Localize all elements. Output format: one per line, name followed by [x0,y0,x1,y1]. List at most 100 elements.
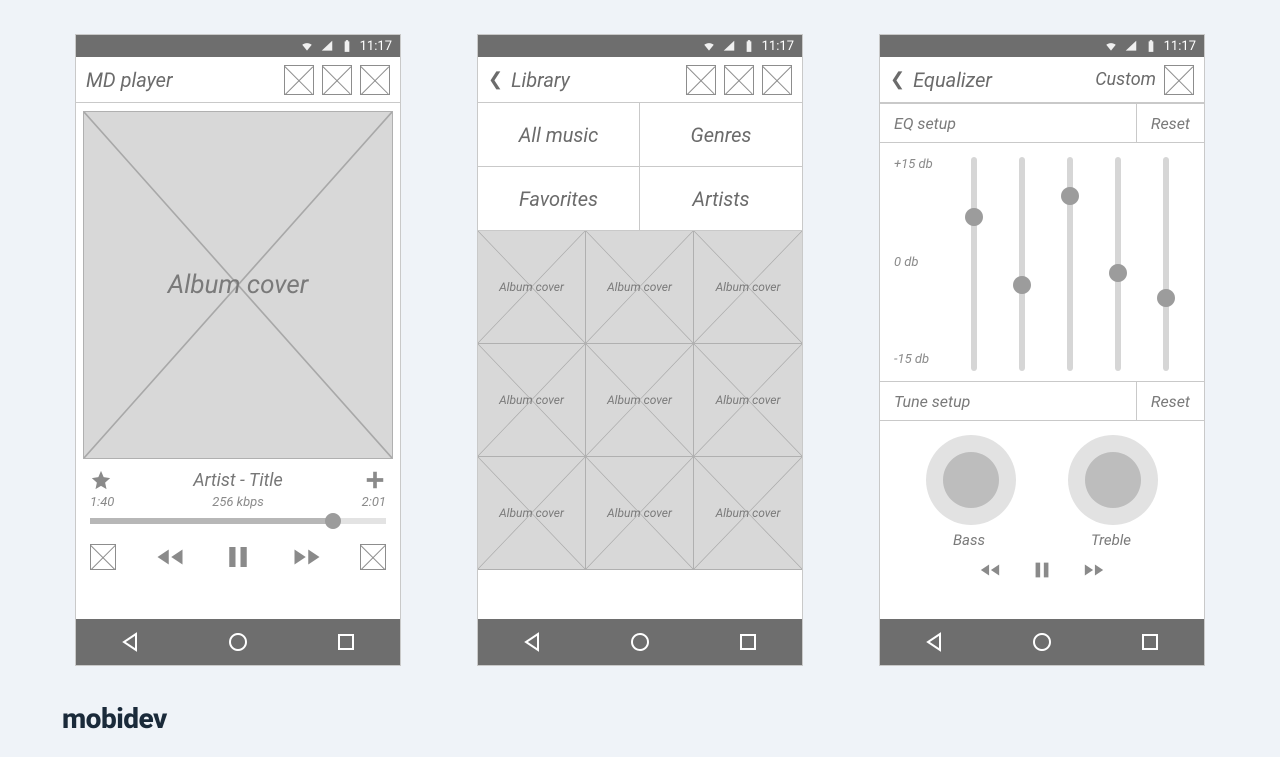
page-title: Equalizer [913,68,992,92]
album-grid[interactable]: Album cover Album cover Album cover Albu… [478,231,802,570]
bitrate: 256 kbps [114,495,361,510]
album-cell[interactable]: Album cover [586,457,694,570]
phone-library: 11:17 ❮ Library All music Genres Favorit… [477,34,803,666]
album-label: Album cover [499,280,564,294]
album-cell[interactable]: Album cover [694,344,802,457]
album-label: Album cover [716,506,781,520]
treble-knob[interactable] [1068,435,1158,525]
signal-icon [320,39,334,53]
appbar-action-3[interactable] [360,65,390,95]
album-cell[interactable]: Album cover [478,344,586,457]
forward-button[interactable] [292,542,322,572]
eq-scale-bot: -15 db [894,352,944,367]
pause-button[interactable] [223,542,253,572]
rewind-button[interactable] [155,542,185,572]
battery-icon [340,39,354,53]
nav-back-icon[interactable] [520,630,544,654]
eq-reset-button[interactable]: Reset [1151,114,1190,133]
eq-slider-1[interactable] [971,157,977,371]
nav-recent-icon[interactable] [334,630,358,654]
star-icon[interactable] [90,469,112,491]
category-genres[interactable]: Genres [640,103,802,167]
phone-player: 11:17 MD player Album cover Artist - Tit… [75,34,401,666]
page-title: MD player [86,68,173,92]
nav-home-icon[interactable] [1030,630,1054,654]
eq-sliders [950,157,1190,371]
system-nav [478,619,802,665]
eq-section-header: EQ setup Reset [880,103,1204,143]
album-cell[interactable]: Album cover [586,344,694,457]
shuffle-button[interactable] [90,544,116,570]
eq-slider-5[interactable] [1163,157,1169,371]
bass-knob[interactable] [926,435,1016,525]
album-label: Album cover [499,393,564,407]
battery-icon [742,39,756,53]
signal-icon [722,39,736,53]
eq-slider-4[interactable] [1115,157,1121,371]
album-cell[interactable]: Album cover [694,231,802,344]
album-cell[interactable]: Album cover [478,457,586,570]
eq-area: +15 db 0 db -15 db [880,143,1204,381]
battery-icon [1144,39,1158,53]
category-favorites[interactable]: Favorites [478,167,640,231]
rewind-button[interactable] [979,559,1001,585]
category-grid: All music Genres Favorites Artists [478,103,802,231]
system-nav [880,619,1204,665]
appbar-action-3[interactable] [762,65,792,95]
status-bar: 11:17 [76,35,400,57]
album-label: Album cover [607,280,672,294]
album-cover[interactable]: Album cover [83,111,393,459]
playback-controls [76,534,400,580]
appbar-action-1[interactable] [686,65,716,95]
preset-label[interactable]: Custom [1095,69,1156,90]
album-cell[interactable]: Album cover [586,231,694,344]
status-time: 11:17 [762,39,794,54]
eq-scale-top: +15 db [894,157,944,172]
album-label: Album cover [607,393,672,407]
back-icon[interactable]: ❮ [488,69,503,90]
status-bar: 11:17 [478,35,802,57]
album-label: Album cover [607,506,672,520]
repeat-button[interactable] [360,544,386,570]
elapsed: 1:40 [90,495,114,510]
status-time: 11:17 [1164,39,1196,54]
nav-recent-icon[interactable] [1138,630,1162,654]
category-artists[interactable]: Artists [640,167,802,231]
eq-slider-3[interactable] [1067,157,1073,371]
back-icon[interactable]: ❮ [890,69,905,90]
knob-labels: Bass Treble [880,529,1204,555]
page-title: Library [511,68,570,92]
category-all-music[interactable]: All music [478,103,640,167]
app-bar: ❮ Equalizer Custom [880,57,1204,103]
eq-setup-label: EQ setup [894,114,956,133]
brand-logo: mobidev [62,702,167,735]
knob-row [880,421,1204,529]
nav-home-icon[interactable] [628,630,652,654]
appbar-action-2[interactable] [724,65,754,95]
album-cell[interactable]: Album cover [478,231,586,344]
nav-back-icon[interactable] [118,630,142,654]
nav-home-icon[interactable] [226,630,250,654]
album-label: Album cover [716,393,781,407]
plus-icon[interactable] [364,469,386,491]
seek-bar[interactable] [90,518,386,524]
wifi-icon [1104,39,1118,53]
now-playing-row: Artist - Title [76,459,400,495]
meta-row: 1:40 256 kbps 2:01 [76,495,400,510]
total-time: 2:01 [362,495,386,510]
tune-reset-button[interactable]: Reset [1151,392,1190,411]
app-bar: MD player [76,57,400,103]
eq-slider-2[interactable] [1019,157,1025,371]
status-time: 11:17 [360,39,392,54]
phone-equalizer: 11:17 ❮ Equalizer Custom EQ setup Reset … [879,34,1205,666]
appbar-action[interactable] [1164,65,1194,95]
album-label: Album cover [716,280,781,294]
nav-back-icon[interactable] [922,630,946,654]
nav-recent-icon[interactable] [736,630,760,654]
pause-button[interactable] [1031,559,1053,585]
app-bar: ❮ Library [478,57,802,103]
forward-button[interactable] [1083,559,1105,585]
appbar-action-2[interactable] [322,65,352,95]
album-cell[interactable]: Album cover [694,457,802,570]
appbar-action-1[interactable] [284,65,314,95]
